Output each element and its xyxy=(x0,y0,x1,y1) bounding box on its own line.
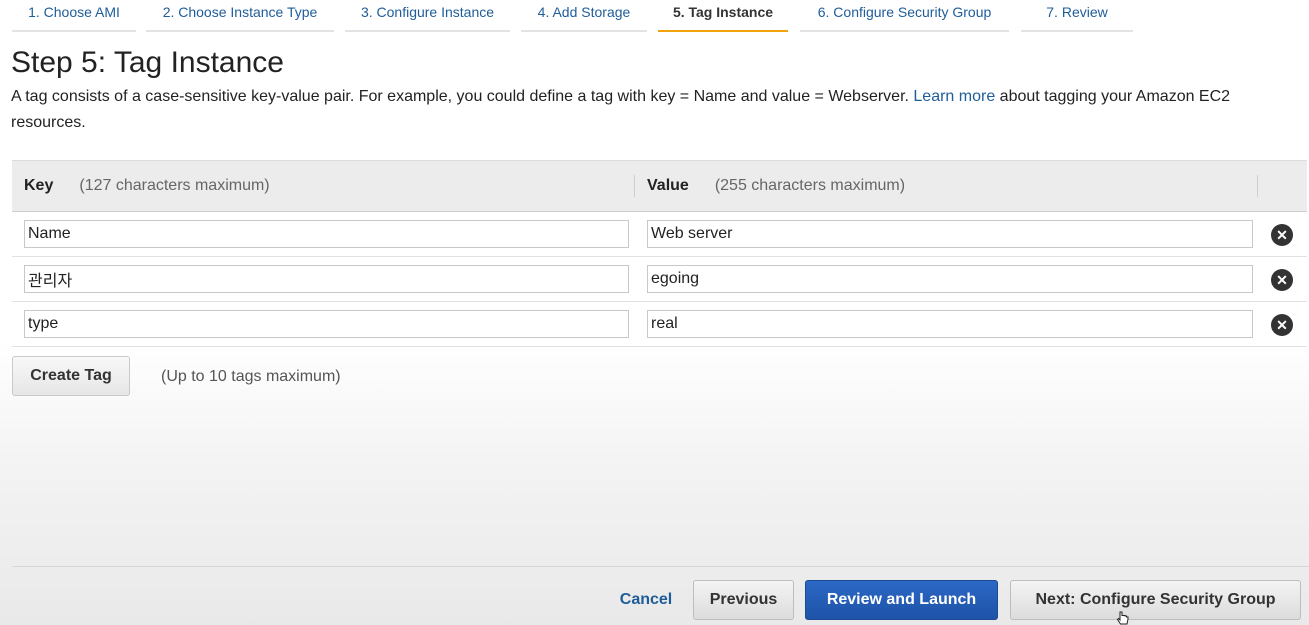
cancel-button[interactable]: Cancel xyxy=(606,580,686,620)
next-configure-security-group-button[interactable]: Next: Configure Security Group xyxy=(1010,580,1301,620)
table-row: ✕ xyxy=(12,302,1307,347)
tab-configure-instance[interactable]: 3. Configure Instance xyxy=(345,0,510,32)
table-row: ✕ xyxy=(12,257,1307,302)
close-circle-icon[interactable]: ✕ xyxy=(1271,224,1293,246)
tab-choose-instance-type[interactable]: 2. Choose Instance Type xyxy=(146,0,334,32)
page-title: Step 5: Tag Instance xyxy=(11,46,284,79)
tag-key-input[interactable] xyxy=(24,265,629,293)
tab-configure-security-group[interactable]: 6. Configure Security Group xyxy=(800,0,1009,32)
footer-divider xyxy=(12,566,1309,567)
tag-value-input[interactable] xyxy=(647,310,1253,338)
description-text: A tag consists of a case-sensitive key-v… xyxy=(11,88,914,105)
learn-more-link[interactable]: Learn more xyxy=(913,88,995,105)
tags-table: Key (127 characters maximum) Value (255 ch… xyxy=(12,160,1307,347)
value-column-header: Value (255 characters maximum) xyxy=(647,161,905,211)
tab-add-storage[interactable]: 4. Add Storage xyxy=(521,0,647,32)
key-column-header: Key (127 characters maximum) xyxy=(24,161,270,211)
close-circle-icon[interactable]: ✕ xyxy=(1271,269,1293,291)
tag-key-input[interactable] xyxy=(24,220,629,248)
tag-key-input[interactable] xyxy=(24,310,629,338)
value-header-label: Value xyxy=(647,177,689,194)
table-row: ✕ xyxy=(12,212,1307,257)
tab-tag-instance[interactable]: 5. Tag Instance xyxy=(658,0,788,32)
previous-button[interactable]: Previous xyxy=(693,580,794,620)
create-tag-button[interactable]: Create Tag xyxy=(12,356,130,396)
review-and-launch-button[interactable]: Review and Launch xyxy=(805,580,998,620)
page-description: A tag consists of a case-sensitive key-v… xyxy=(11,84,1301,136)
key-header-hint: (127 characters maximum) xyxy=(79,177,270,194)
close-circle-icon[interactable]: ✕ xyxy=(1271,314,1293,336)
tag-value-input[interactable] xyxy=(647,265,1253,293)
hand-cursor-icon xyxy=(1116,611,1129,625)
tab-review[interactable]: 7. Review xyxy=(1021,0,1133,32)
tag-value-input[interactable] xyxy=(647,220,1253,248)
wizard-steps: 1. Choose AMI 2. Choose Instance Type 3.… xyxy=(0,0,1309,32)
key-header-label: Key xyxy=(24,177,54,194)
tab-choose-ami[interactable]: 1. Choose AMI xyxy=(12,0,136,32)
create-tag-hint: (Up to 10 tags maximum) xyxy=(161,368,341,385)
column-divider xyxy=(634,175,635,197)
table-header: Key (127 characters maximum) Value (255 ch… xyxy=(12,160,1307,212)
value-header-hint: (255 characters maximum) xyxy=(714,177,906,194)
column-divider xyxy=(1257,175,1258,197)
